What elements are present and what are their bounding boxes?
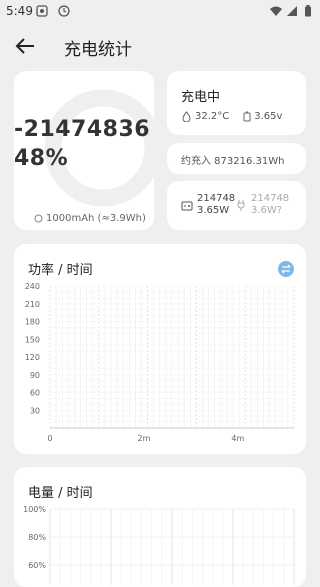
capacity-text: 1000mAh (≈3.9Wh)	[46, 213, 146, 224]
temperature-icon	[182, 111, 191, 122]
battery-outline-icon	[181, 201, 193, 211]
voltage-battery-icon	[243, 111, 251, 122]
energy-card: 约充入 873216.31Wh	[167, 143, 306, 174]
x-tick-label: 2m	[137, 434, 150, 443]
x-tick-label: 0	[47, 434, 52, 443]
capacity-icon	[34, 214, 43, 223]
page-title: 充电统计	[64, 40, 132, 60]
wifi-icon	[270, 6, 282, 16]
y-tick-label: 30	[30, 406, 40, 415]
charging-status: 充电中	[181, 90, 221, 105]
battery-percent: -2147483648%	[14, 117, 151, 171]
y-tick-label: 90	[30, 371, 40, 380]
app-bar: 充电统计	[0, 24, 320, 68]
y-tick-label: 60	[30, 389, 40, 398]
signal-icon	[287, 6, 297, 16]
y-tick-label: 100%	[23, 505, 46, 514]
plug-icon	[237, 200, 245, 211]
voltage-value: 3.65v	[254, 111, 283, 122]
y-tick-label: 210	[25, 300, 40, 309]
battery-chart: 100% 80% 60%	[23, 505, 295, 585]
y-tick-label: 60%	[28, 561, 46, 570]
y-tick-label: 80%	[28, 533, 46, 542]
status-time: 5:49	[6, 4, 33, 18]
output-power: 2147483.6W?	[251, 193, 290, 216]
y-tick-label: 240	[25, 282, 40, 291]
y-tick-label: 180	[25, 318, 40, 327]
battery-chart-card: 电量 / 时间 100% 80% 60%	[14, 467, 306, 587]
y-tick-label: 120	[25, 353, 40, 362]
y-tick-label: 150	[25, 335, 40, 344]
charging-details: 32.2°C 3.65v	[181, 111, 282, 122]
x-tick-label: 4m	[231, 434, 244, 443]
clock-icon	[58, 5, 70, 17]
back-arrow-icon[interactable]	[14, 36, 36, 56]
status-bar: 5:49	[0, 0, 320, 24]
power-chart: 240 210 180 150 120 90 60 30 0 2m 4m	[25, 282, 295, 443]
power-card: 2147483.65W 2147483.6W?	[167, 181, 306, 230]
battery-level-card: -2147483648% 1000mAh (≈3.9Wh)	[14, 71, 162, 230]
notification-icon	[36, 5, 48, 17]
battery-icon	[305, 5, 311, 17]
energy-text: 约充入 873216.31Wh	[181, 156, 285, 167]
power-chart-card: 功率 / 时间 240 210 180 150 120 90 60 30 0 2m 4m	[14, 244, 306, 454]
temperature-value: 32.2°C	[195, 111, 230, 122]
charging-status-card: 充电中 32.2°C 3.65v	[167, 71, 306, 135]
battery-capacity: 1000mAh (≈3.9Wh)	[34, 213, 146, 224]
input-power: 2147483.65W	[197, 193, 236, 216]
